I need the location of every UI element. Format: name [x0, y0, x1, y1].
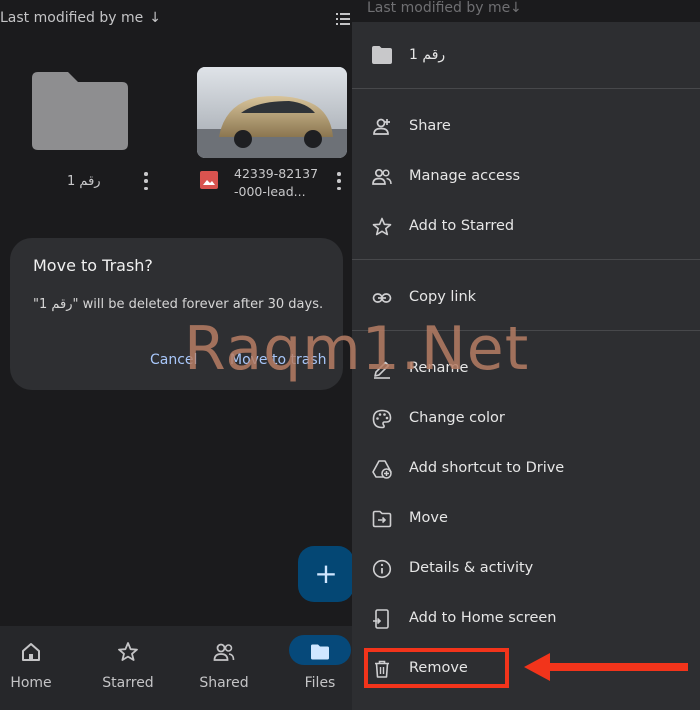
dialog-message: "رقم 1" will be deleted forever after 30… — [33, 297, 324, 312]
folder-icon — [311, 644, 329, 660]
star-icon — [118, 642, 138, 661]
menu-item-add-to-home-screen[interactable]: Add to Home screen — [352, 594, 700, 644]
more-options-icon[interactable] — [143, 172, 149, 190]
dimmed-sort-label: Last modified by me — [367, 0, 511, 16]
pencil-icon — [374, 361, 390, 379]
move-icon — [372, 510, 392, 528]
nav-files[interactable]: Files — [280, 626, 352, 710]
list-view-icon[interactable] — [336, 13, 350, 25]
folder-thumbnail-icon[interactable] — [32, 72, 128, 150]
menu-item-details-activity[interactable]: Details & activity — [352, 544, 700, 594]
new-button[interactable]: + — [298, 546, 352, 602]
home-icon — [22, 643, 40, 661]
menu-header: رقم 1 — [352, 30, 700, 82]
person-add-icon — [373, 118, 390, 135]
menu-item-copy-link[interactable]: Copy link — [352, 273, 700, 323]
bottom-navigation: Home Starred Shared Files — [0, 626, 352, 710]
cancel-button[interactable]: Cancel — [150, 352, 197, 368]
car-image-icon — [197, 67, 347, 158]
divider — [352, 88, 700, 89]
remove-highlight-box — [364, 648, 509, 688]
menu-item-add-to-starred[interactable]: Add to Starred — [352, 202, 700, 252]
menu-item-manage-access[interactable]: Manage access — [352, 152, 700, 202]
dialog-title: Move to Trash? — [33, 256, 153, 275]
nav-starred[interactable]: Starred — [88, 626, 168, 710]
nav-home[interactable]: Home — [0, 626, 71, 710]
image-file-icon — [200, 171, 218, 189]
menu-header-title: رقم 1 — [409, 47, 446, 63]
arrow-down-icon: ↓ — [149, 10, 161, 26]
more-options-icon[interactable] — [336, 172, 342, 190]
image-file-name: 42339-82137 -000-lead... — [234, 166, 319, 199]
arrow-down-icon: ↓ — [510, 0, 522, 16]
sort-selector[interactable]: Last modified by me ↓ — [0, 10, 161, 26]
menu-item-move[interactable]: Move — [352, 494, 700, 544]
menu-top-strip: Last modified by me ↓ — [352, 0, 700, 22]
star-outline-icon — [372, 217, 392, 236]
menu-item-share[interactable]: Share — [352, 102, 700, 152]
image-thumbnail[interactable] — [197, 67, 347, 158]
move-to-trash-dialog: Move to Trash? "رقم 1" will be deleted f… — [10, 238, 343, 390]
divider — [352, 330, 700, 331]
palette-icon — [372, 409, 392, 429]
people-icon — [213, 643, 235, 661]
folder-name: رقم 1 — [67, 174, 101, 189]
menu-item-change-color[interactable]: Change color — [352, 394, 700, 444]
shortcut-icon — [372, 460, 392, 479]
info-icon — [372, 559, 392, 579]
file-actions-menu: Last modified by me ↓ رقم 1 Share Manage… — [352, 0, 700, 710]
menu-item-add-shortcut[interactable]: Add shortcut to Drive — [352, 444, 700, 494]
plus-icon: + — [314, 557, 338, 590]
add-home-icon — [373, 609, 389, 629]
menu-item-rename[interactable]: Rename — [352, 344, 700, 394]
files-panel: Last modified by me ↓ رقم 1 42339-82137 … — [0, 0, 352, 710]
link-icon — [372, 293, 392, 303]
arrow-left-icon — [524, 653, 688, 681]
people-icon — [372, 168, 392, 185]
folder-icon — [372, 46, 392, 64]
move-to-trash-button[interactable]: Move to trash — [230, 352, 327, 368]
nav-shared[interactable]: Shared — [184, 626, 264, 710]
sort-label: Last modified by me — [0, 10, 144, 26]
divider — [352, 259, 700, 260]
